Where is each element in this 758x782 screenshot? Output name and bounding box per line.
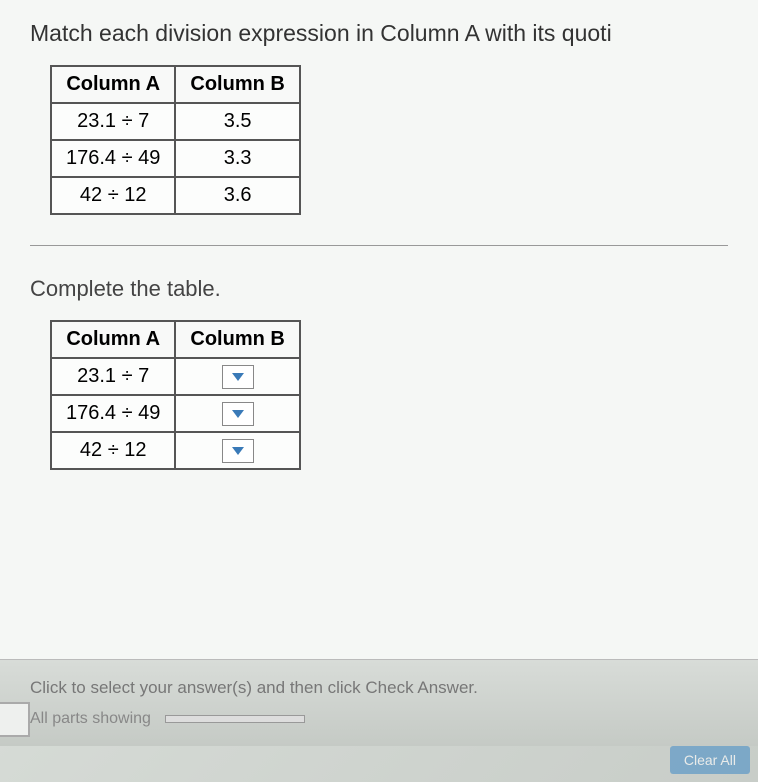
cell-expression: 176.4 ÷ 49 [51,140,175,177]
chevron-down-icon [232,373,244,381]
cell-expression: 23.1 ÷ 7 [51,103,175,140]
progress-bar [165,715,305,723]
cell-value: 3.3 [175,140,299,177]
table-row: 23.1 ÷ 7 [51,358,300,395]
table-header-row: Column A Column B [51,66,300,103]
table-header-row: Column A Column B [51,321,300,358]
parts-label: All parts showing [30,710,151,728]
answer-table: Column A Column B 23.1 ÷ 7 176.4 ÷ 49 42… [50,320,301,470]
table-row: 23.1 ÷ 7 3.5 [51,103,300,140]
footer-area: Click to select your answer(s) and then … [0,660,758,746]
sub-instruction: Complete the table. [30,276,728,302]
parts-row: All parts showing [30,710,728,728]
clear-all-button[interactable]: Clear All [670,746,750,774]
table-row: 42 ÷ 12 [51,432,300,469]
cell-expression: 23.1 ÷ 7 [51,358,175,395]
table-row: 42 ÷ 12 3.6 [51,177,300,214]
header-col-a: Column A [51,66,175,103]
question-content: Match each division expression in Column… [0,0,758,660]
answer-cell [175,358,299,395]
header-col-a: Column A [51,321,175,358]
answer-dropdown-3[interactable] [222,439,254,463]
answer-cell [175,432,299,469]
answer-dropdown-1[interactable] [222,365,254,389]
answer-input-box[interactable] [0,702,30,737]
main-instruction: Match each division expression in Column… [30,20,728,47]
chevron-down-icon [232,410,244,418]
cell-value: 3.5 [175,103,299,140]
footer-hint: Click to select your answer(s) and then … [30,678,728,698]
chevron-down-icon [232,447,244,455]
reference-table: Column A Column B 23.1 ÷ 7 3.5 176.4 ÷ 4… [50,65,301,215]
cell-expression: 42 ÷ 12 [51,432,175,469]
cell-expression: 42 ÷ 12 [51,177,175,214]
table-row: 176.4 ÷ 49 [51,395,300,432]
table-row: 176.4 ÷ 49 3.3 [51,140,300,177]
cell-value: 3.6 [175,177,299,214]
header-col-b: Column B [175,66,299,103]
section-divider [30,245,728,246]
answer-cell [175,395,299,432]
answer-dropdown-2[interactable] [222,402,254,426]
cell-expression: 176.4 ÷ 49 [51,395,175,432]
header-col-b: Column B [175,321,299,358]
